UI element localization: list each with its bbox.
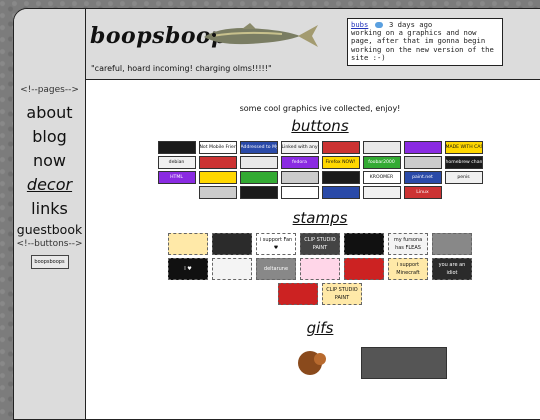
web-button[interactable] bbox=[362, 141, 401, 154]
stamp-image bbox=[344, 258, 384, 280]
status-text: working on a graphics and now page, afte… bbox=[351, 28, 494, 62]
web-button[interactable]: Linked with any website bbox=[280, 141, 319, 154]
web-button[interactable] bbox=[362, 186, 401, 199]
web-button[interactable] bbox=[280, 186, 319, 199]
web-button[interactable]: foobar2000 bbox=[362, 156, 401, 169]
web-button[interactable] bbox=[321, 141, 360, 154]
web-button[interactable]: Addressed to My WebScape bbox=[239, 141, 278, 154]
section-title-stamps: stamps bbox=[292, 209, 348, 227]
web-button[interactable] bbox=[321, 171, 360, 184]
stamp-image bbox=[300, 258, 340, 280]
tagline: "careful, hoard incoming! charging olms!… bbox=[91, 64, 272, 73]
buttons-label: <!--buttons--> bbox=[16, 239, 83, 249]
nav-item-links[interactable]: links bbox=[14, 197, 85, 221]
section-title-gifs: gifs bbox=[306, 319, 334, 337]
stamp-image: you are an idiot bbox=[432, 258, 472, 280]
web-button[interactable]: MADE WITH CASCADING STYLE SHEETS bbox=[444, 141, 483, 154]
stamp-row: CLIP STUDIO PAINT bbox=[86, 283, 540, 305]
web-button[interactable] bbox=[403, 156, 442, 169]
nav-item-blog[interactable]: blog bbox=[14, 125, 85, 149]
stamp-image bbox=[212, 258, 252, 280]
stamp-image bbox=[168, 233, 208, 255]
stamp-row: I ♥ deltarune i support Minecraft you are a… bbox=[86, 258, 540, 280]
web-button[interactable]: paint.net bbox=[403, 171, 442, 184]
gif-image-2 bbox=[361, 347, 447, 379]
button-row: Linux bbox=[86, 186, 540, 199]
nav-item-now[interactable]: now bbox=[14, 149, 85, 173]
web-button[interactable]: KROOMER bbox=[362, 171, 401, 184]
web-button[interactable] bbox=[239, 156, 278, 169]
stamp-image: CLIP STUDIO PAINT bbox=[300, 233, 340, 255]
stamp-row: i support Fan ♥ CLIP STUDIO PAINT my furso… bbox=[86, 233, 540, 255]
nav-item-decor[interactable]: decor bbox=[14, 173, 85, 197]
nav-item-about[interactable]: about bbox=[14, 101, 85, 125]
stamps-grid: i support Fan ♥ CLIP STUDIO PAINT my furso… bbox=[86, 233, 540, 305]
web-button[interactable] bbox=[198, 156, 237, 169]
web-button[interactable] bbox=[239, 186, 278, 199]
site-button[interactable]: boopsboops bbox=[30, 255, 69, 269]
stamp-image: deltarune bbox=[256, 258, 296, 280]
nav-list: about blog now decor links guestbook bbox=[14, 101, 85, 239]
button-row: HTML KROOMER paint.net penis bbox=[86, 171, 540, 184]
web-button[interactable] bbox=[198, 171, 237, 184]
stamp-image: i support Fan ♥ bbox=[256, 233, 296, 255]
stamp-image: I ♥ bbox=[168, 258, 208, 280]
sidebar: <!--pages--> about blog now decor links … bbox=[14, 9, 86, 419]
buttons-grid: Not Mobile FriendlyAddressed to My WebSc… bbox=[86, 141, 540, 199]
main-content: some cool graphics ive collected, enjoy!… bbox=[86, 80, 540, 419]
button-row: debian fedora Firefox NOW! foobar2000 homebr… bbox=[86, 156, 540, 169]
header: boopsboops "careful, hoard incoming! cha… bbox=[86, 9, 540, 80]
stamp-image bbox=[278, 283, 318, 305]
site-frame: <!--pages--> about blog now decor links … bbox=[13, 8, 540, 420]
web-button[interactable]: debian bbox=[157, 156, 196, 169]
section-title-buttons: buttons bbox=[291, 117, 349, 135]
stamp-image: my fursona has FLEAS bbox=[388, 233, 428, 255]
web-button[interactable]: Not Mobile Friendly bbox=[198, 141, 237, 154]
gif-image-1 bbox=[298, 351, 326, 375]
gifs-grid bbox=[86, 343, 540, 403]
web-button[interactable]: fedora bbox=[280, 156, 319, 169]
stamp-image: CLIP STUDIO PAINT bbox=[322, 283, 362, 305]
button-row: Not Mobile FriendlyAddressed to My WebSc… bbox=[86, 141, 540, 154]
web-button[interactable]: Firefox NOW! bbox=[321, 156, 360, 169]
web-button[interactable] bbox=[280, 171, 319, 184]
web-button[interactable] bbox=[321, 186, 360, 199]
web-button[interactable]: HTML bbox=[157, 171, 196, 184]
bird-icon bbox=[374, 22, 383, 28]
stamp-image bbox=[432, 233, 472, 255]
status-box: bubs 3 days ago working on a graphics an… bbox=[347, 18, 503, 66]
web-button[interactable] bbox=[239, 171, 278, 184]
web-button[interactable]: homebrew channel bbox=[444, 156, 483, 169]
web-button[interactable] bbox=[403, 141, 442, 154]
stamp-image bbox=[212, 233, 252, 255]
nav-item-guestbook[interactable]: guestbook bbox=[14, 221, 85, 239]
web-button[interactable]: penis bbox=[444, 171, 483, 184]
web-button[interactable] bbox=[198, 186, 237, 199]
web-button[interactable]: Linux bbox=[403, 186, 442, 199]
web-button[interactable] bbox=[157, 141, 196, 154]
pages-label: <!--pages--> bbox=[20, 85, 79, 95]
intro-text: some cool graphics ive collected, enjoy! bbox=[239, 104, 401, 113]
sidebar-header-spacer bbox=[14, 9, 85, 79]
stamp-image bbox=[344, 233, 384, 255]
fish-icon bbox=[204, 23, 318, 47]
stamp-image: i support Minecraft bbox=[388, 258, 428, 280]
